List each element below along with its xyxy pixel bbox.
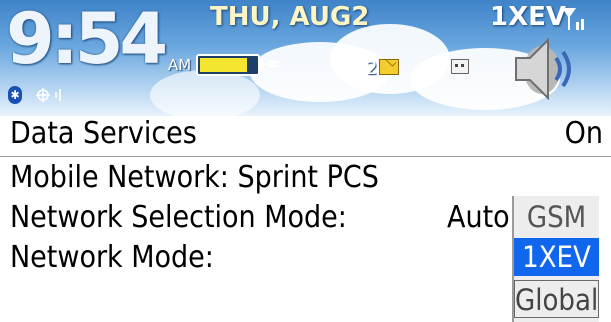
status-banner: 9:54 AM THU, AUG2 1XEV 2 ✱	[0, 0, 611, 116]
envelope-icon	[379, 59, 399, 75]
dropdown-option-1xev[interactable]: 1XEV	[514, 238, 599, 276]
sim-card-icon	[451, 59, 469, 74]
mobile-network-label: Mobile Network: Sprint PCS	[10, 160, 379, 195]
speaker-icon	[515, 37, 571, 100]
section-divider	[0, 156, 611, 157]
network-type-label: 1XEV	[490, 2, 567, 32]
data-services-row[interactable]: Data Services On	[0, 116, 611, 152]
date-label: THU, AUG2	[210, 2, 370, 32]
mobile-network-row: Mobile Network: Sprint PCS	[0, 160, 611, 196]
clock-ampm: AM	[168, 56, 192, 74]
cloud-decoration	[150, 70, 260, 116]
dropdown-option-global[interactable]: Global	[514, 280, 599, 318]
clock-time: 9:54	[6, 0, 168, 80]
network-selection-mode-value[interactable]: Auto	[447, 200, 514, 236]
battery-level-fill	[200, 58, 247, 72]
data-services-label: Data Services	[10, 116, 197, 151]
signal-icon	[562, 8, 584, 30]
charging-plug-icon	[262, 60, 280, 68]
network-selection-mode-label: Network Selection Mode:	[10, 200, 347, 235]
data-services-value[interactable]: On	[565, 116, 603, 152]
dropdown-option-gsm[interactable]: GSM	[514, 198, 599, 236]
gps-icon	[36, 88, 61, 102]
network-mode-dropdown[interactable]: GSM 1XEV Global	[512, 196, 599, 322]
unread-message-count: 2	[366, 58, 378, 79]
network-mode-label: Network Mode:	[10, 240, 214, 275]
bluetooth-icon: ✱	[8, 86, 22, 104]
battery-icon	[196, 54, 260, 76]
